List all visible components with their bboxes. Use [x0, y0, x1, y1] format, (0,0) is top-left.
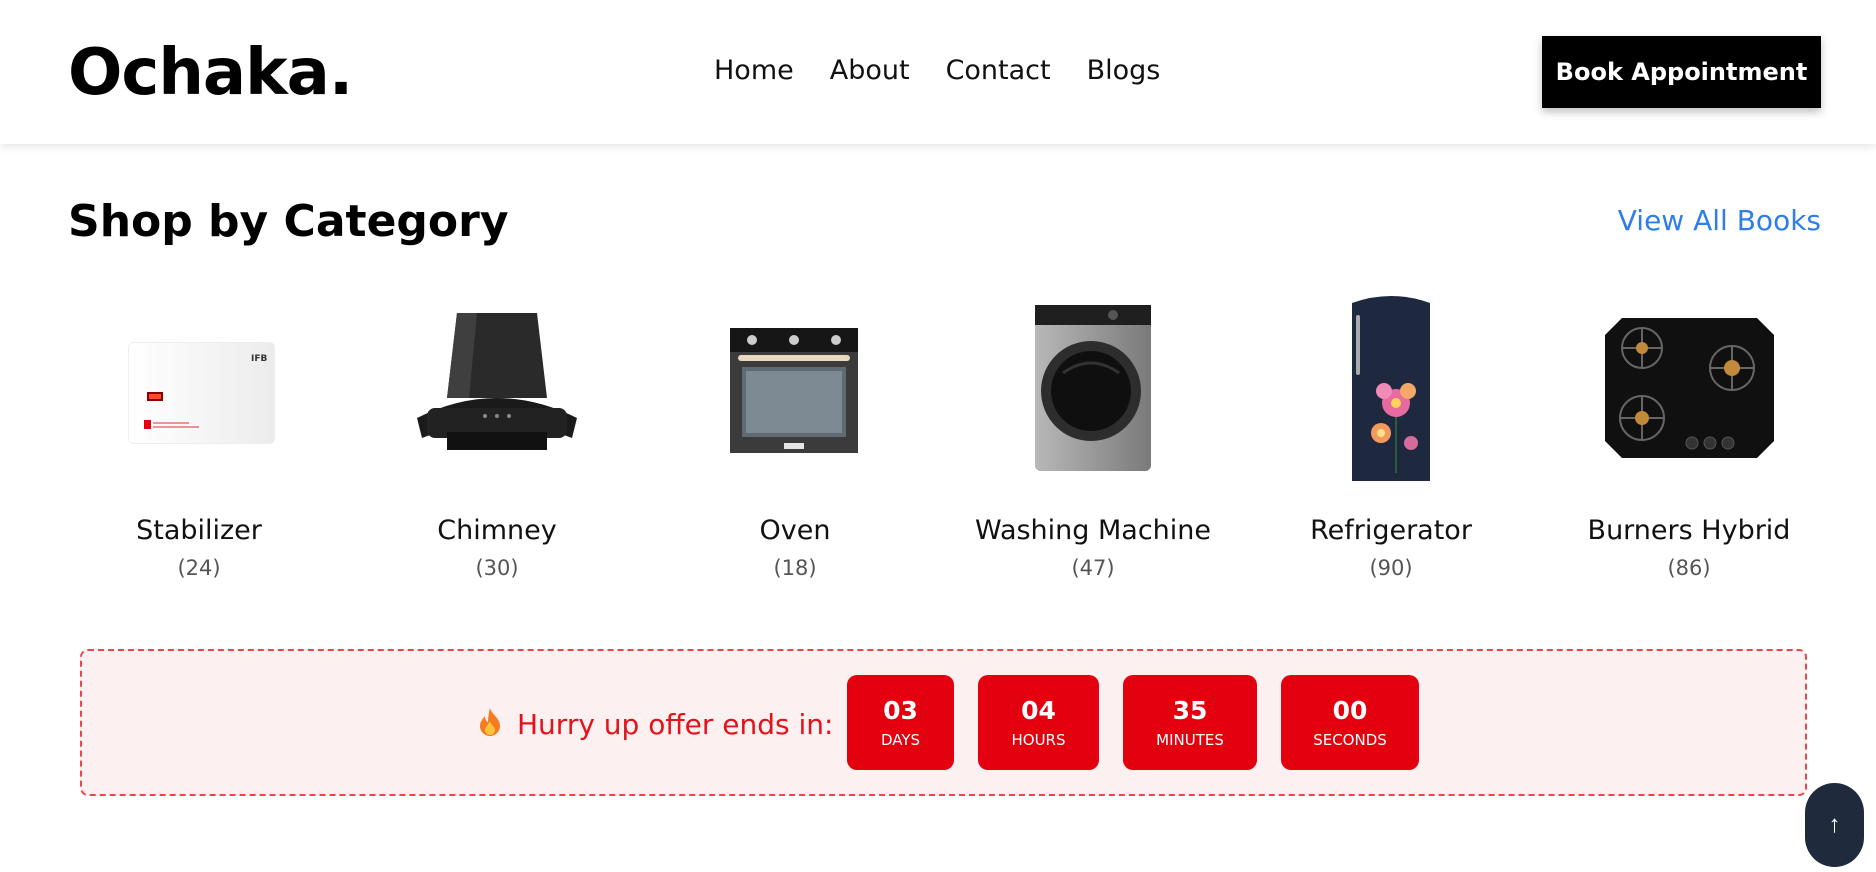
arrow-up-icon: ↑	[1828, 811, 1841, 838]
category-count: (47)	[1071, 556, 1115, 580]
offer-label: Hurry up offer ends in:	[517, 708, 834, 741]
timer-hours: 04 HOURS	[978, 675, 1099, 770]
timer-seconds: 00 SECONDS	[1281, 675, 1419, 770]
site-header: Ochaka. Home About Contact Blogs Book Ap…	[0, 0, 1876, 144]
category-list: IFB Stabilizer (24) Chimney (30) Oven (1…	[68, 290, 1820, 580]
timer-value: 03	[883, 696, 918, 725]
washing-machine-image	[983, 290, 1203, 485]
category-name: Oven	[759, 515, 831, 546]
category-name: Refrigerator	[1310, 515, 1472, 546]
section-title: Shop by Category	[68, 196, 509, 247]
offer-message: Hurry up offer ends in:	[477, 707, 833, 742]
nav-blogs[interactable]: Blogs	[1087, 55, 1161, 86]
refrigerator-image	[1281, 290, 1501, 485]
fire-icon	[477, 707, 503, 742]
category-name: Washing Machine	[974, 515, 1212, 546]
scroll-to-top-button[interactable]: ↑	[1805, 783, 1864, 867]
category-card-chimney[interactable]: Chimney (30)	[366, 290, 628, 580]
chimney-image	[387, 290, 607, 485]
timer-value: 00	[1332, 696, 1368, 725]
nav-home[interactable]: Home	[714, 55, 794, 86]
category-count: (30)	[475, 556, 519, 580]
timer-unit: MINUTES	[1156, 731, 1224, 749]
category-count: (90)	[1369, 556, 1413, 580]
category-name: Stabilizer	[136, 515, 262, 546]
category-card-stabilizer[interactable]: IFB Stabilizer (24)	[68, 290, 330, 580]
category-name: Chimney	[437, 515, 557, 546]
timer-days: 03 DAYS	[847, 675, 954, 770]
timer-value: 04	[1021, 696, 1056, 725]
category-card-burners-hybrid[interactable]: Burners Hybrid (86)	[1558, 290, 1820, 580]
view-all-link[interactable]: View All Books	[1618, 204, 1821, 237]
stabilizer-image: IFB	[89, 290, 309, 485]
oven-image	[685, 290, 905, 485]
timer-unit: HOURS	[1011, 731, 1066, 749]
category-count: (18)	[773, 556, 817, 580]
main-nav: Home About Contact Blogs	[714, 55, 1160, 86]
category-card-refrigerator[interactable]: Refrigerator (90)	[1260, 290, 1522, 580]
nav-contact[interactable]: Contact	[946, 55, 1051, 86]
timer-unit: SECONDS	[1313, 731, 1387, 749]
category-count: (24)	[177, 556, 221, 580]
svg-text:IFB: IFB	[251, 354, 267, 364]
category-card-oven[interactable]: Oven (18)	[664, 290, 926, 580]
category-name: Burners Hybrid	[1587, 515, 1791, 546]
timer-unit: DAYS	[880, 731, 921, 749]
site-logo[interactable]: Ochaka.	[68, 36, 353, 110]
timer-minutes: 35 MINUTES	[1123, 675, 1257, 770]
category-count: (86)	[1667, 556, 1711, 580]
category-card-washing-machine[interactable]: Washing Machine (47)	[962, 290, 1224, 580]
nav-about[interactable]: About	[830, 55, 910, 86]
offer-banner: Hurry up offer ends in: 03 DAYS 04 HOURS…	[80, 649, 1807, 796]
burners-hybrid-image	[1579, 290, 1799, 485]
book-appointment-button[interactable]: Book Appointment	[1542, 36, 1821, 108]
timer-value: 35	[1172, 696, 1208, 725]
